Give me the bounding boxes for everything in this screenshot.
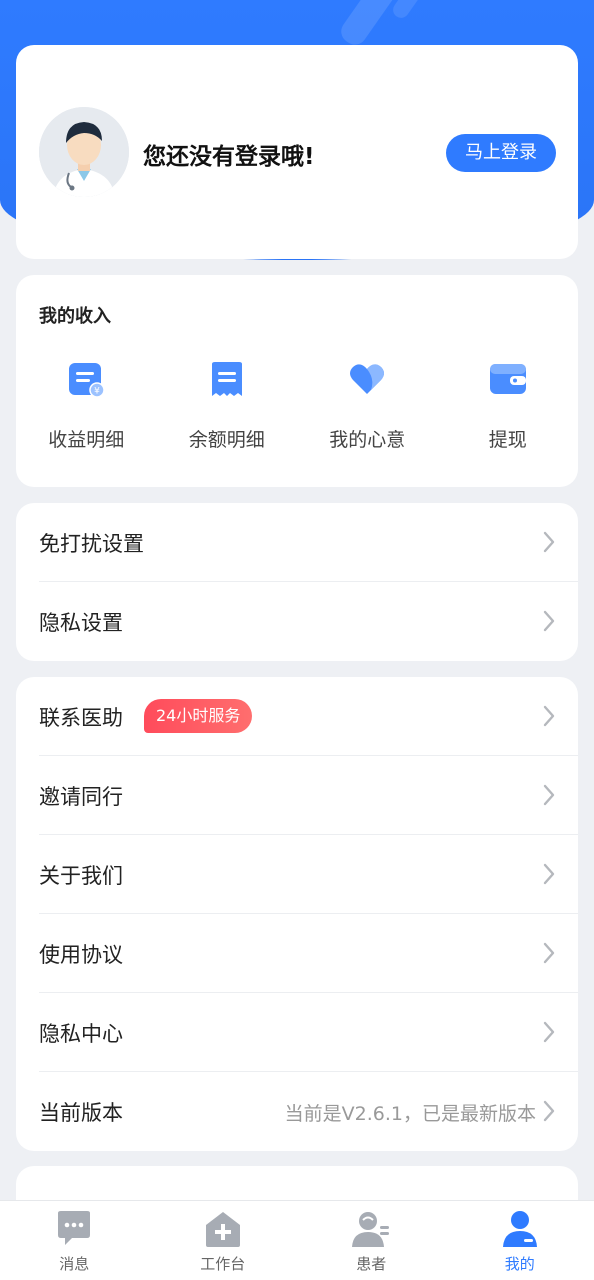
workbench-icon [205, 1212, 240, 1247]
invite-peers-label: 邀请同行 [39, 785, 123, 809]
income-title: 我的收入 [39, 306, 111, 327]
tab-profile[interactable]: 我的 [446, 1201, 594, 1280]
tab-messages-label: 消息 [59, 1255, 90, 1273]
wallet-icon [489, 364, 526, 394]
heart-icon [350, 364, 385, 394]
income-card: 我的收入 ¥ 收益明细 余额明细 我的心意 提现 [16, 275, 578, 487]
tab-messages[interactable]: 消息 [0, 1201, 149, 1280]
withdraw-item[interactable]: 提现 [438, 359, 579, 459]
profile-icon [502, 1211, 537, 1247]
contact-assistant-row[interactable]: 联系医助 24小时服务 [16, 677, 578, 756]
about-us-row[interactable]: 关于我们 [16, 835, 578, 914]
tab-profile-label: 我的 [504, 1255, 535, 1273]
service-badge: 24小时服务 [144, 699, 253, 733]
patient-icon [352, 1212, 390, 1247]
profile-card: 您还没有登录哦! 马上登录 [16, 45, 578, 259]
about-card: 联系医助 24小时服务 邀请同行 关于我们 使用协议 隐私中心 当前版本 当前是… [16, 677, 578, 1151]
privacy-center-row[interactable]: 隐私中心 [16, 993, 578, 1072]
do-not-disturb-row[interactable]: 免打扰设置 [16, 503, 578, 582]
chevron-right-icon [543, 863, 555, 885]
do-not-disturb-label: 免打扰设置 [39, 532, 144, 556]
login-prompt: 您还没有登录哦! [143, 144, 315, 170]
chevron-right-icon [543, 610, 555, 632]
income-detail-item[interactable]: ¥ 收益明细 [16, 359, 157, 459]
login-button[interactable]: 马上登录 [446, 134, 556, 172]
income-grid: ¥ 收益明细 余额明细 我的心意 提现 [16, 359, 578, 459]
tab-workbench-label: 工作台 [200, 1255, 246, 1273]
bottom-tab-bar: 消息 工作台 患者 我的 [0, 1200, 594, 1280]
privacy-settings-label: 隐私设置 [39, 611, 123, 635]
chevron-right-icon [543, 1100, 555, 1122]
privacy-center-label: 隐私中心 [39, 1022, 123, 1046]
message-icon [58, 1211, 91, 1245]
version-value: 当前是V2.6.1，已是最新版本 [284, 1103, 536, 1125]
balance-detail-icon [211, 362, 242, 396]
income-detail-icon: ¥ [69, 363, 105, 398]
user-agreement-row[interactable]: 使用协议 [16, 914, 578, 993]
chevron-right-icon [543, 942, 555, 964]
about-us-label: 关于我们 [39, 864, 123, 888]
income-detail-label: 收益明细 [48, 429, 125, 451]
chevron-right-icon [543, 1021, 555, 1043]
svg-text:¥: ¥ [94, 387, 100, 397]
balance-detail-label: 余额明细 [188, 429, 265, 451]
privacy-settings-row[interactable]: 隐私设置 [16, 582, 578, 661]
my-gift-item[interactable]: 我的心意 [297, 359, 438, 459]
user-agreement-label: 使用协议 [39, 943, 123, 967]
settings-card: 免打扰设置 隐私设置 [16, 503, 578, 661]
tab-workbench[interactable]: 工作台 [149, 1201, 298, 1280]
withdraw-label: 提现 [488, 429, 527, 451]
chevron-right-icon [543, 705, 555, 727]
current-version-label: 当前版本 [39, 1101, 123, 1125]
my-gift-label: 我的心意 [329, 429, 406, 451]
current-version-row[interactable]: 当前版本 当前是V2.6.1，已是最新版本 [16, 1072, 578, 1151]
tab-patients-label: 患者 [356, 1255, 387, 1273]
doctor-avatar[interactable] [39, 107, 129, 197]
balance-detail-item[interactable]: 余额明细 [157, 359, 298, 459]
tab-patients[interactable]: 患者 [297, 1201, 446, 1280]
contact-assistant-label: 联系医助 [39, 706, 123, 730]
chevron-right-icon [543, 784, 555, 806]
invite-peers-row[interactable]: 邀请同行 [16, 756, 578, 835]
chevron-right-icon [543, 531, 555, 553]
